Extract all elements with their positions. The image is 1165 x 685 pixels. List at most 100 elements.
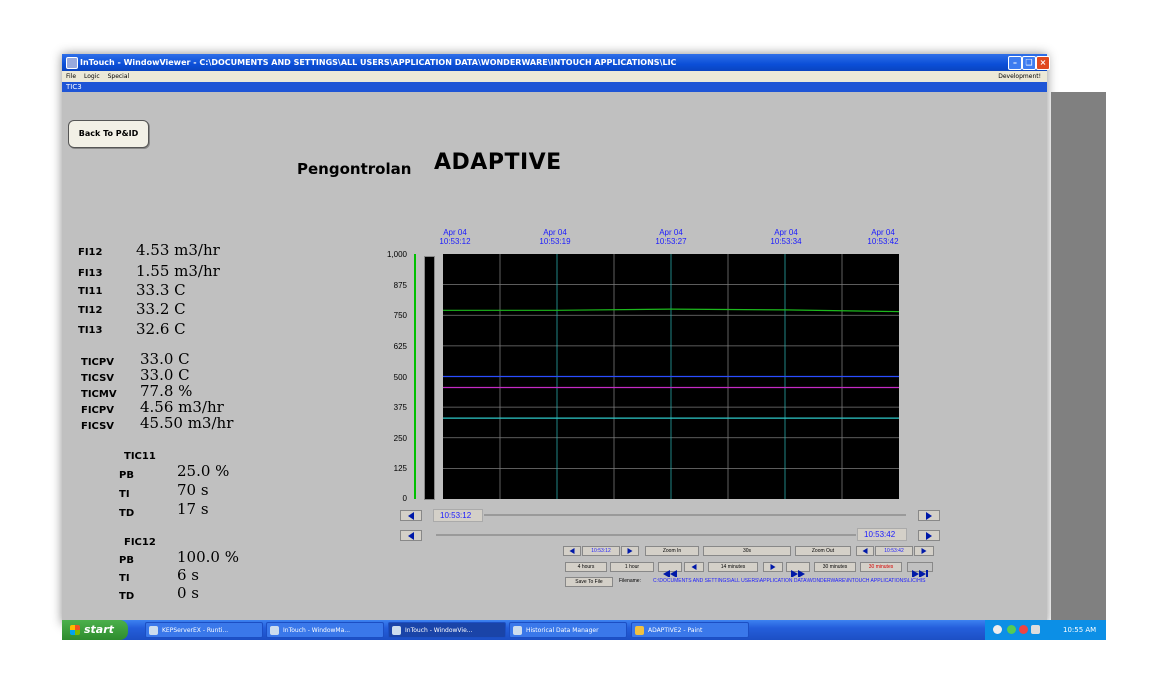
step-forward-button[interactable]	[763, 562, 783, 572]
window-name-bar: TIC3	[62, 82, 1047, 92]
scroll-left-button[interactable]	[400, 510, 422, 521]
development-link[interactable]: Development!	[998, 71, 1041, 82]
taskbar-item-label: KEPServerEX - Runti...	[162, 627, 229, 634]
title-bar[interactable]: InTouch - WindowViewer - C:\DOCUMENTS AN…	[62, 54, 1050, 71]
taskbar-item[interactable]: Historical Data Manager	[509, 622, 627, 638]
time-label: Apr 04 10:53:19	[525, 228, 585, 246]
menu-logic[interactable]: Logic	[84, 73, 100, 80]
prev-time-button[interactable]	[563, 546, 581, 556]
intouch-icon	[392, 626, 401, 635]
start-scroll-track[interactable]	[484, 514, 906, 516]
reading-value: 4.53 m3/hr	[136, 241, 220, 259]
arrow-right-icon	[926, 531, 932, 540]
end-scroll-track[interactable]	[436, 534, 856, 536]
historical-data-icon	[513, 626, 522, 635]
y-tick-label: 750	[393, 311, 407, 320]
y-tick-label: 250	[393, 434, 407, 443]
menu-special[interactable]: Special	[108, 73, 130, 80]
trend-plot[interactable]	[443, 254, 899, 499]
filename-field[interactable]: C:\DOCUMENTS AND SETTINGS\ALL USERS\APPL…	[653, 577, 1046, 587]
jump-end-button[interactable]	[907, 562, 933, 578]
fast-rewind-icon	[663, 563, 677, 578]
back-to-pid-button[interactable]: Back To P&ID	[68, 120, 149, 148]
range-30-minutes-button[interactable]: 30 minutes	[814, 562, 856, 572]
minimize-icon[interactable]: –	[1008, 56, 1022, 70]
clock: 10:55 AM	[1063, 626, 1097, 634]
tic11-pb-value: 25.0 %	[177, 462, 230, 480]
y-tick-label: 1,000	[386, 250, 407, 259]
time-label-date: Apr 04	[659, 228, 683, 237]
time-label-time: 10:53:19	[539, 237, 571, 246]
range-30-minutes-red-button[interactable]: 30 minutes	[860, 562, 902, 572]
time-label-time: 10:53:12	[439, 237, 471, 246]
tic11-td-value: 17 s	[177, 500, 209, 518]
start-time-field[interactable]: 10:53:12	[433, 509, 483, 522]
value-scale-bar[interactable]	[424, 256, 435, 500]
tray-monitor-icon[interactable]	[1031, 625, 1040, 634]
reading-tag: TICMV	[81, 389, 117, 400]
start-label: start	[84, 623, 114, 636]
time-label: Apr 04 10:53:27	[641, 228, 701, 246]
reading-value: 33.2 C	[136, 300, 186, 318]
step-back-button[interactable]	[684, 562, 704, 572]
zoom-out-button[interactable]: Zoom Out	[795, 546, 851, 556]
restore-icon[interactable]: ❑	[1022, 56, 1036, 70]
scroll-right-button[interactable]	[918, 510, 940, 521]
next-time-button-2[interactable]	[914, 546, 934, 556]
y-tick-label: 125	[393, 464, 407, 473]
tray-shield-icon[interactable]	[1019, 625, 1028, 634]
arrow-right-icon	[627, 548, 633, 554]
fic12-pb-value: 100.0 %	[177, 548, 239, 566]
close-icon[interactable]: ×	[1036, 56, 1050, 70]
reading-value: 33.3 C	[136, 281, 186, 299]
taskbar-item-active[interactable]: InTouch - WindowVie...	[388, 622, 506, 638]
next-time-button[interactable]	[621, 546, 639, 556]
time-label-time: 10:53:42	[867, 237, 899, 246]
fic12-title: FIC12	[124, 537, 156, 548]
save-to-file-button[interactable]: Save To File	[565, 577, 613, 587]
taskbar-item[interactable]: ADAPTIVE2 - Paint	[631, 622, 749, 638]
prev-time-button-2[interactable]	[856, 546, 874, 556]
range-4-hours-button[interactable]: 4 hours	[565, 562, 607, 572]
reading-tag: TICPV	[81, 357, 114, 368]
taskbar-item-label: Historical Data Manager	[526, 627, 599, 634]
intouch-app-icon	[66, 57, 78, 69]
end-time-field[interactable]: 10:53:42	[857, 528, 907, 541]
taskbar-item-label: InTouch - WindowMa...	[283, 627, 351, 634]
zoom-in-button[interactable]: Zoom In	[645, 546, 699, 556]
taskbar-item[interactable]: KEPServerEX - Runti...	[145, 622, 263, 638]
tic11-td-tag: TD	[119, 508, 135, 519]
intouch-icon	[270, 626, 279, 635]
y-tick-label: 0	[402, 494, 407, 503]
reading-tag: FICPV	[81, 405, 114, 416]
reading-value: 45.50 m3/hr	[140, 414, 234, 432]
menu-bar: File Logic Special Development!	[62, 71, 1047, 82]
tray-network-icon[interactable]	[1007, 625, 1016, 634]
paint-icon	[635, 626, 644, 635]
windows-logo-icon	[70, 625, 80, 635]
right-time-readout: 10:53:42	[875, 546, 913, 556]
reading-value: 32.6 C	[136, 320, 186, 338]
menu-file[interactable]: File	[66, 73, 76, 80]
reading-tag: TI11	[78, 286, 103, 297]
taskbar-item-label: InTouch - WindowVie...	[405, 627, 473, 634]
minutes-field[interactable]: 14 minutes	[708, 562, 758, 572]
fast-rewind-button[interactable]	[658, 562, 682, 578]
fic12-td-tag: TD	[119, 591, 135, 602]
time-label-date: Apr 04	[543, 228, 567, 237]
time-label-date: Apr 04	[774, 228, 798, 237]
fic12-td-value: 0 s	[177, 584, 200, 602]
system-tray: 10:55 AM	[985, 620, 1106, 640]
tray-chevron-icon[interactable]	[993, 625, 1002, 634]
start-button[interactable]: start	[62, 620, 128, 640]
reading-tag: FI13	[78, 268, 103, 279]
time-label: Apr 04 10:53:12	[425, 228, 485, 246]
y-tick-label: 875	[393, 281, 407, 290]
scroll-left-button-2[interactable]	[400, 530, 422, 541]
tic11-ti-value: 70 s	[177, 481, 209, 499]
taskbar-item[interactable]: InTouch - WindowMa...	[266, 622, 384, 638]
time-label-date: Apr 04	[871, 228, 895, 237]
fast-forward-button[interactable]	[786, 562, 810, 578]
scroll-right-button-2[interactable]	[918, 530, 940, 541]
range-1-hour-button[interactable]: 1 hour	[610, 562, 654, 572]
